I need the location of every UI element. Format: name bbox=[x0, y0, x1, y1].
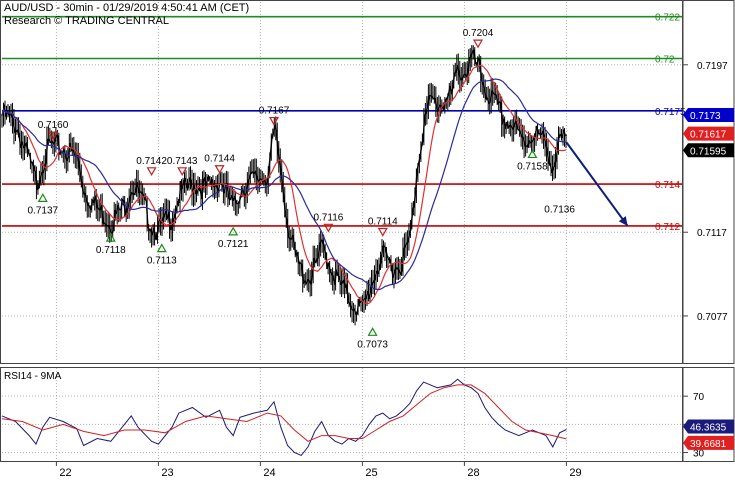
candle-body bbox=[105, 224, 108, 227]
level-label: 0.722 bbox=[655, 13, 680, 24]
pivot-label: 0.7158 bbox=[517, 161, 548, 172]
candle-body bbox=[355, 312, 358, 316]
price-badge-label: 46.3635 bbox=[690, 422, 727, 433]
level-label: 0.7175 bbox=[655, 107, 686, 118]
candle-body bbox=[87, 204, 90, 207]
price-axis-strip bbox=[682, 0, 735, 364]
level-label: 0.714 bbox=[655, 180, 680, 191]
pivot-label: 0.7073 bbox=[357, 339, 388, 350]
pivot-label: 0.7137 bbox=[28, 205, 59, 216]
price-tick-label: 0.7077 bbox=[697, 312, 728, 323]
pivot-label: 0.7144 bbox=[204, 154, 235, 165]
price-badge-label: 0.71617 bbox=[690, 130, 727, 141]
time-tick-label: 24 bbox=[263, 467, 275, 479]
chart-title: AUD/USD - 30min - 01/29/2019 4:50:41 AM … bbox=[4, 2, 249, 14]
candle-body bbox=[460, 78, 463, 81]
rsi-tick-label: 30 bbox=[693, 449, 705, 460]
candle-body bbox=[237, 202, 240, 205]
time-tick-label: 25 bbox=[365, 467, 377, 479]
candle-body bbox=[144, 198, 147, 202]
candle-body bbox=[499, 101, 502, 104]
candle-body bbox=[198, 187, 201, 190]
chart-canvas: 0.7220.720.71750.7140.712 0.71600.7142 0.… bbox=[0, 0, 735, 479]
pivot-label: 0.7167 bbox=[259, 106, 290, 117]
candle-body bbox=[454, 71, 457, 74]
time-tick-label: 22 bbox=[59, 467, 71, 479]
level-label: 0.712 bbox=[655, 222, 680, 233]
candle-body bbox=[56, 134, 59, 137]
candle-body bbox=[509, 124, 512, 127]
rsi-panel-frame bbox=[0, 367, 683, 462]
candle-body bbox=[47, 138, 50, 141]
price-badge-label: 0.71595 bbox=[690, 146, 727, 157]
pivot-label: 0.7116 bbox=[313, 212, 343, 223]
price-tick-label: 0.7197 bbox=[697, 61, 728, 72]
pivot-label: 0.7118 bbox=[96, 245, 126, 256]
candle-body bbox=[524, 145, 527, 147]
pivot-label: 0.7142 bbox=[136, 156, 167, 167]
pivot-label: 0.7121 bbox=[218, 239, 249, 250]
pivot-label: 0.7113 bbox=[147, 256, 177, 267]
pivot-label: 0.7143 bbox=[167, 156, 198, 167]
research-credit: Research © TRADING CENTRAL bbox=[4, 15, 169, 27]
rsi-panel-title: RSI14 - 9MA bbox=[4, 371, 62, 382]
time-tick-label: 23 bbox=[161, 467, 173, 479]
candle-body bbox=[213, 185, 216, 188]
candle-body bbox=[96, 207, 99, 210]
time-tick-label: 29 bbox=[569, 467, 581, 479]
candle-body bbox=[140, 191, 143, 194]
pivot-label: 0.7160 bbox=[38, 120, 69, 131]
pivot-label: 0.7114 bbox=[368, 217, 398, 228]
candle-body bbox=[439, 104, 442, 107]
price-panel-frame bbox=[0, 0, 683, 364]
price-tick-label: 0.7117 bbox=[697, 228, 727, 239]
rsi-tick-label: 70 bbox=[693, 392, 705, 403]
level-label: 0.72 bbox=[655, 55, 675, 66]
price-badge-label: 39.6681 bbox=[690, 439, 727, 450]
pivot-label: 0.7136 bbox=[544, 204, 575, 215]
time-tick-label: 28 bbox=[467, 467, 479, 479]
price-badge-label: 0.7173 bbox=[690, 111, 721, 122]
pivot-label: 0.7204 bbox=[463, 28, 494, 39]
candle-body bbox=[321, 239, 324, 242]
